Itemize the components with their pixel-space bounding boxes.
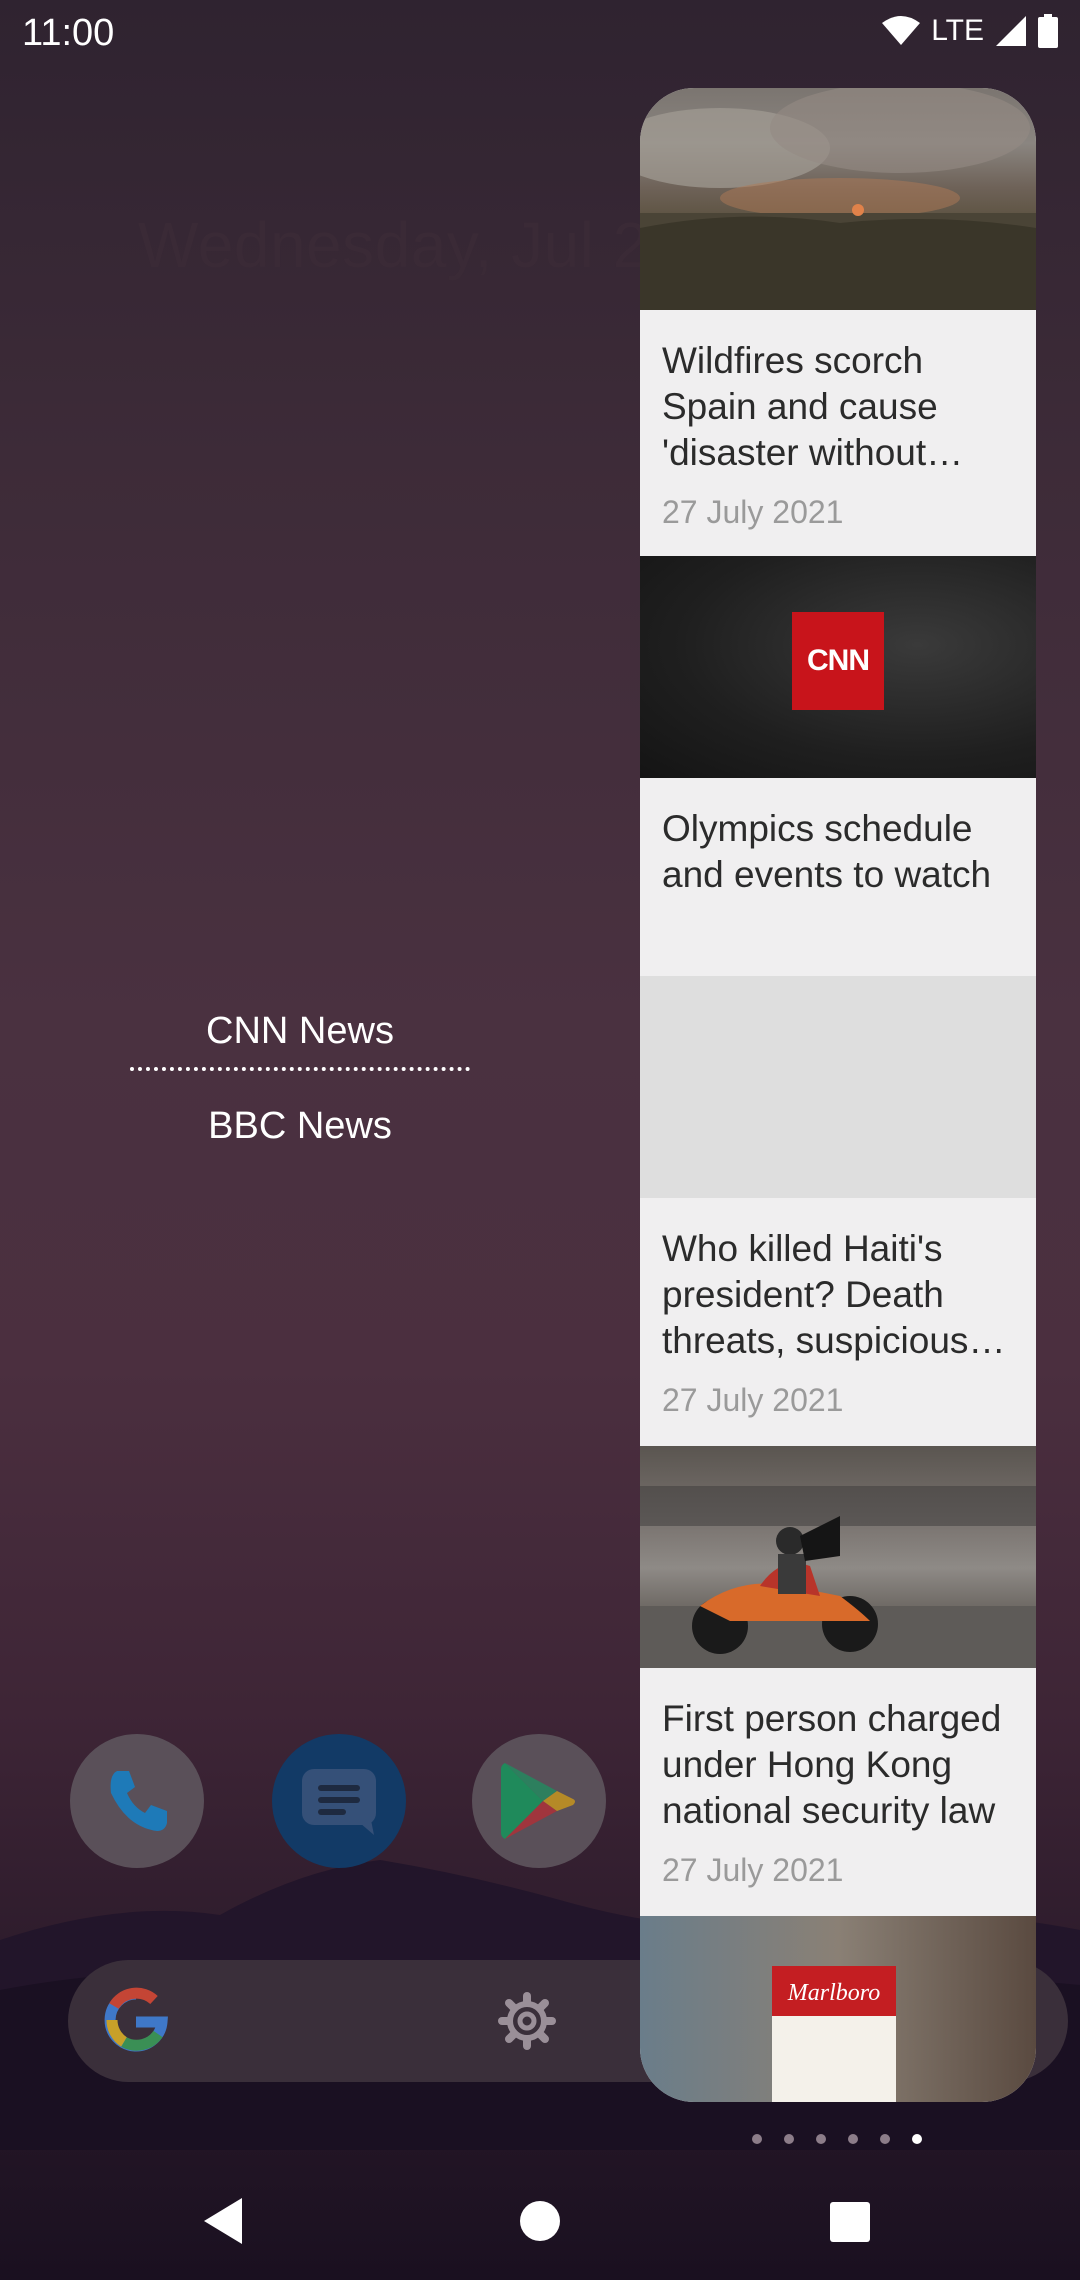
news-card[interactable]: Who killed Haiti's president? Death thre… (640, 976, 1036, 1446)
news-card[interactable]: CNN Olympics schedule and events to watc… (640, 556, 1036, 976)
news-thumbnail-motorcycle (640, 1446, 1036, 1668)
cellular-signal-icon (996, 16, 1026, 46)
news-title[interactable]: Olympics schedule and events to watch (662, 806, 1014, 898)
news-widget[interactable]: Wildfires scorch Spain and cause 'disast… (640, 88, 1036, 2102)
network-type-label: LTE (931, 14, 984, 47)
news-date: 27 July 2021 (662, 1852, 844, 1888)
page-dot[interactable] (880, 2134, 890, 2144)
play-store-icon (501, 1763, 575, 1839)
news-thumbnail-cigarette-pack: Marlboro (640, 1916, 1036, 2102)
news-text: Olympics schedule and events to watch (640, 778, 1036, 976)
news-source-list: CNN News BBC News (130, 1010, 470, 1148)
play-store-app[interactable] (472, 1734, 606, 1868)
status-time: 11:00 (22, 12, 115, 54)
home-date[interactable]: Wednesday, Jul 28 (138, 208, 685, 282)
home-icon[interactable] (519, 2200, 561, 2242)
page-dot[interactable] (784, 2134, 794, 2144)
gear-icon[interactable] (498, 1992, 556, 2050)
navigation-bar (0, 2172, 1080, 2280)
news-date: 27 July 2021 (662, 494, 844, 530)
status-bar: 11:00 LTE (0, 0, 1080, 66)
news-card[interactable]: Wildfires scorch Spain and cause 'disast… (640, 88, 1036, 556)
cigarette-pack: Marlboro (772, 1966, 896, 2102)
status-icons: LTE (881, 14, 1058, 48)
cnn-logo: CNN (792, 612, 884, 710)
recents-icon[interactable] (830, 2202, 870, 2242)
source-bbc-news[interactable]: BBC News (130, 1105, 470, 1148)
news-card[interactable]: First person charged under Hong Kong nat… (640, 1446, 1036, 1916)
news-card[interactable]: Marlboro (640, 1916, 1036, 2102)
news-text: Wildfires scorch Spain and cause 'disast… (640, 310, 1036, 556)
news-title[interactable]: Wildfires scorch Spain and cause 'disast… (662, 338, 1014, 476)
motorcycle-image (640, 1486, 1036, 1668)
page-dot[interactable] (752, 2134, 762, 2144)
messages-icon (302, 1769, 376, 1835)
news-text: First person charged under Hong Kong nat… (640, 1668, 1036, 1916)
wifi-icon (882, 16, 921, 45)
page-dot-active[interactable] (912, 2134, 922, 2144)
cnn-logo-text: CNN (807, 644, 870, 677)
page-indicator (752, 2134, 922, 2144)
news-title[interactable]: First person charged under Hong Kong nat… (662, 1696, 1014, 1834)
news-thumbnail-wildfire (640, 88, 1036, 310)
google-icon (104, 1987, 168, 2052)
messages-app[interactable] (272, 1734, 406, 1868)
battery-icon (1038, 14, 1058, 48)
page-dot[interactable] (816, 2134, 826, 2144)
page-dot[interactable] (848, 2134, 858, 2144)
phone-icon (110, 1771, 167, 1831)
news-date: 27 July 2021 (662, 1382, 844, 1418)
news-text: Who killed Haiti's president? Death thre… (640, 1198, 1036, 1446)
back-icon[interactable] (200, 2196, 246, 2246)
source-cnn-news[interactable]: CNN News (130, 1010, 470, 1071)
pack-brand-text: Marlboro (787, 1980, 881, 2006)
news-thumbnail-cnn: CNN (640, 556, 1036, 778)
news-title[interactable]: Who killed Haiti's president? Death thre… (662, 1226, 1014, 1364)
wildfire-image (640, 88, 1036, 310)
news-thumbnail-placeholder (640, 976, 1036, 1198)
phone-app[interactable] (70, 1734, 204, 1868)
